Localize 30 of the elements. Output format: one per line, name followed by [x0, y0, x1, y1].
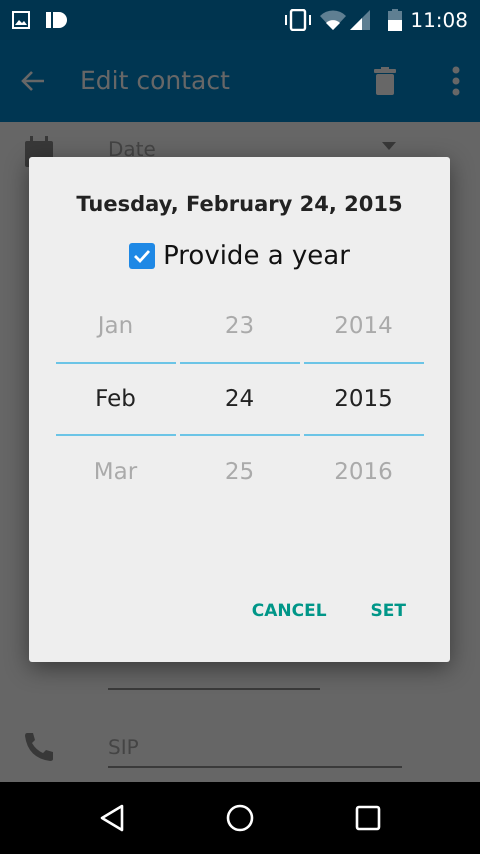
dialog-title: Tuesday, February 24, 2015	[76, 192, 403, 216]
picker-selected-value[interactable]: 24	[180, 362, 300, 436]
dropdown-caret-icon	[382, 142, 396, 150]
picker-value[interactable]: Jan	[56, 300, 176, 352]
picker-value[interactable]: 25	[180, 446, 300, 498]
clock-time: 11:08	[410, 7, 468, 34]
cancel-button[interactable]: CANCEL	[242, 590, 337, 632]
picker-value[interactable]: 2014	[304, 300, 424, 352]
home-icon[interactable]	[226, 804, 254, 832]
trash-icon[interactable]	[374, 67, 396, 95]
sip-phone-icon	[24, 732, 54, 762]
wifi-icon	[320, 10, 346, 30]
set-button[interactable]: SET	[360, 590, 416, 632]
picture-icon	[12, 11, 30, 29]
picker-value[interactable]: 23	[180, 300, 300, 352]
battery-icon	[388, 9, 402, 31]
signal-icon	[350, 10, 372, 30]
checkbox-label[interactable]: Provide a year	[163, 236, 350, 276]
overflow-menu-icon[interactable]	[452, 66, 460, 96]
back-arrow-icon[interactable]	[20, 69, 46, 93]
picker-selected-value[interactable]: Feb	[56, 362, 176, 436]
checkbox[interactable]	[129, 243, 156, 269]
vibrate-icon	[284, 9, 312, 31]
picker-selected-value[interactable]: 2015	[304, 362, 424, 436]
picker-value[interactable]: Mar	[56, 446, 176, 498]
screen-title: Edit contact	[80, 65, 231, 98]
picker-value[interactable]: 2016	[304, 446, 424, 498]
back-icon[interactable]	[98, 804, 125, 832]
id-icon	[46, 12, 68, 28]
recents-icon[interactable]	[355, 805, 382, 831]
